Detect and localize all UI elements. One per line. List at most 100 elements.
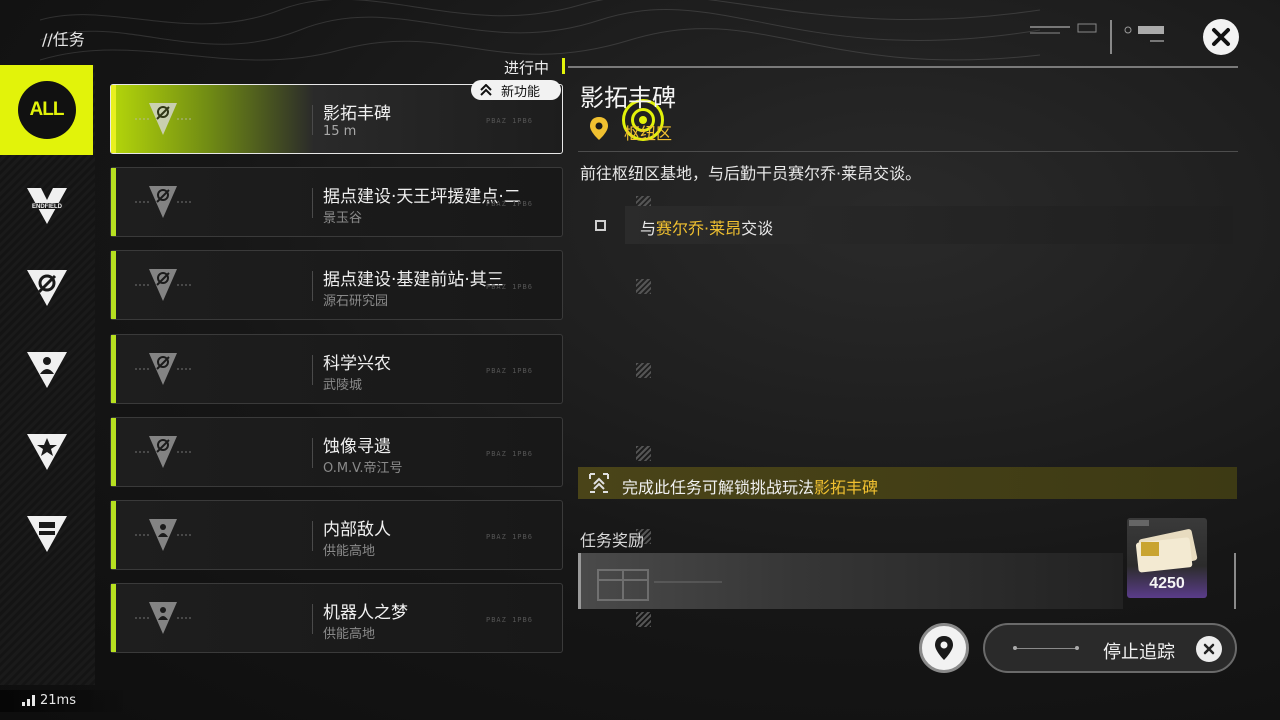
person-quest-icon: [135, 602, 191, 634]
map-pin-icon: [935, 636, 953, 660]
quest-divider: [312, 188, 313, 218]
quest-subtitle: 15 m: [323, 124, 357, 139]
category-star[interactable]: [0, 407, 93, 497]
quest-accent-bar: [111, 168, 116, 236]
category-person[interactable]: [0, 325, 93, 415]
quest-subtitle: O.M.V.帝江号: [323, 461, 403, 476]
quest-title: 影拓丰碑: [323, 104, 391, 124]
chevron-up-icon: [480, 84, 492, 96]
new-feature-label: 新功能: [501, 84, 541, 100]
objective-suffix: 交谈: [741, 219, 774, 238]
new-feature-tag: 新功能: [471, 80, 561, 100]
hatch-decoration: [636, 279, 651, 294]
reward-scrollbar[interactable]: [1234, 553, 1236, 609]
unlock-text: 完成此任务可解锁挑战玩法影拓丰碑: [622, 474, 878, 498]
quest-stamp: PBAZ 1PB6: [486, 117, 533, 125]
all-filter-icon: ALL: [17, 81, 76, 139]
quest-divider: [312, 105, 313, 135]
unlock-mode-name: 影拓丰碑: [814, 478, 879, 497]
signal-icon: [22, 695, 35, 706]
stop-button-decoration: [1013, 646, 1079, 650]
objective-prefix: 与: [640, 219, 657, 238]
currency-bundle-icon: [1129, 520, 1198, 573]
crate-watermark-icon: [597, 569, 722, 601]
objective-text: 与赛尔乔·莱昂交谈: [640, 215, 773, 239]
detail-divider: [578, 151, 1238, 152]
quest-divider: [312, 521, 313, 551]
quest-stamp: PBAZ 1PB6: [486, 533, 533, 541]
hatch-decoration: [636, 612, 651, 627]
quest-card[interactable]: 据点建设·基建前站·其三 源石研究园 PBAZ 1PB6: [110, 250, 651, 320]
faction-icon: [26, 270, 67, 306]
quest-divider: [312, 355, 313, 385]
quest-accent-bar: [111, 335, 116, 403]
quest-title: 科学兴农: [323, 354, 391, 374]
quest-title: 据点建设·基建前站·其三: [323, 270, 504, 290]
unlock-chevron-icon: [589, 473, 609, 493]
close-small-icon: [1203, 643, 1215, 655]
in-progress-marker: [562, 58, 565, 74]
quest-subtitle: 景玉谷: [323, 211, 363, 226]
quest-subtitle: 源石研究园: [323, 294, 389, 309]
quest-type-icon: [135, 269, 191, 301]
quest-stamp: PBAZ 1PB6: [486, 450, 533, 458]
map-locate-button[interactable]: [919, 623, 969, 673]
quest-stamp: PBAZ 1PB6: [486, 367, 533, 375]
quest-title: 蚀像寻遗: [323, 437, 391, 457]
svg-text:ENDFIELD: ENDFIELD: [32, 204, 63, 210]
quest-type-icon: [135, 103, 191, 135]
objective-checkbox: [595, 220, 606, 231]
hud-decoration: [1030, 20, 1164, 54]
quest-title: 机器人之梦: [323, 603, 408, 623]
quest-title: 内部敌人: [323, 520, 391, 540]
person-icon: [26, 352, 67, 388]
endfield-logo-icon: ENDFIELD: [26, 188, 67, 224]
quest-accent-bar: [111, 584, 116, 652]
category-rail: ALL ENDFIELD: [0, 65, 95, 685]
objective-npc-name: 赛尔乔·莱昂: [656, 219, 742, 238]
quest-description: 前往枢纽区基地，与后勤干员赛尔乔·莱昂交谈。: [580, 164, 922, 183]
stop-tracking-button[interactable]: 停止追踪: [983, 623, 1237, 673]
star-icon: [26, 434, 67, 470]
quest-divider: [312, 438, 313, 468]
quest-accent-bar: [111, 501, 116, 569]
close-button[interactable]: [1203, 19, 1239, 55]
quest-type-icon: [135, 186, 191, 218]
quest-card[interactable]: 科学兴农武陵城 PBAZ 1PB6: [110, 334, 651, 404]
quest-accent-bar: [111, 85, 116, 153]
quest-subtitle: 供能高地: [323, 544, 376, 559]
category-faction[interactable]: [0, 243, 93, 333]
quest-accent-bar: [111, 251, 116, 319]
reward-quantity: 4250: [1149, 575, 1185, 592]
quest-card[interactable]: 据点建设·天王坪援建点·二 景玉谷 PBAZ 1PB6: [110, 167, 651, 237]
quest-subtitle: 武陵城: [323, 378, 363, 393]
header-divider: [568, 66, 1238, 68]
quest-type-icon: [135, 353, 191, 385]
reward-label: 任务奖励: [580, 531, 645, 550]
category-bag[interactable]: [0, 489, 93, 579]
stop-icon: [1196, 636, 1222, 662]
quest-location: 枢纽区: [624, 124, 673, 143]
category-endfield[interactable]: ENDFIELD: [0, 161, 93, 251]
quest-detail-title: 影拓丰碑: [580, 84, 676, 112]
ping-readout: 21ms: [40, 693, 76, 708]
page-title: //任务: [42, 30, 85, 49]
location-pin-icon: [590, 117, 608, 140]
person-quest-icon: [135, 519, 191, 551]
bag-icon: [26, 516, 67, 552]
quest-type-icon: [135, 436, 191, 468]
quest-subtitle: 供能高地: [323, 627, 376, 642]
quest-accent-bar: [111, 418, 116, 486]
hatch-decoration: [636, 363, 651, 378]
hatch-decoration: [636, 446, 651, 461]
close-icon: [1212, 28, 1230, 46]
quest-stamp: PBAZ 1PB6: [486, 200, 533, 208]
quest-stamp: PBAZ 1PB6: [486, 616, 533, 624]
unlock-description: 完成此任务可解锁挑战玩法: [622, 478, 815, 497]
category-all[interactable]: ALL: [0, 65, 93, 155]
in-progress-label: 进行中: [504, 59, 550, 77]
quest-divider: [312, 604, 313, 634]
quest-card[interactable]: 蚀像寻遗 O.M.V.帝江号 PBAZ 1PB6: [110, 417, 651, 487]
quest-card[interactable]: 机器人之梦供能高地 PBAZ 1PB6: [110, 583, 651, 653]
quest-card[interactable]: 内部敌人供能高地 PBAZ 1PB6: [110, 500, 651, 570]
